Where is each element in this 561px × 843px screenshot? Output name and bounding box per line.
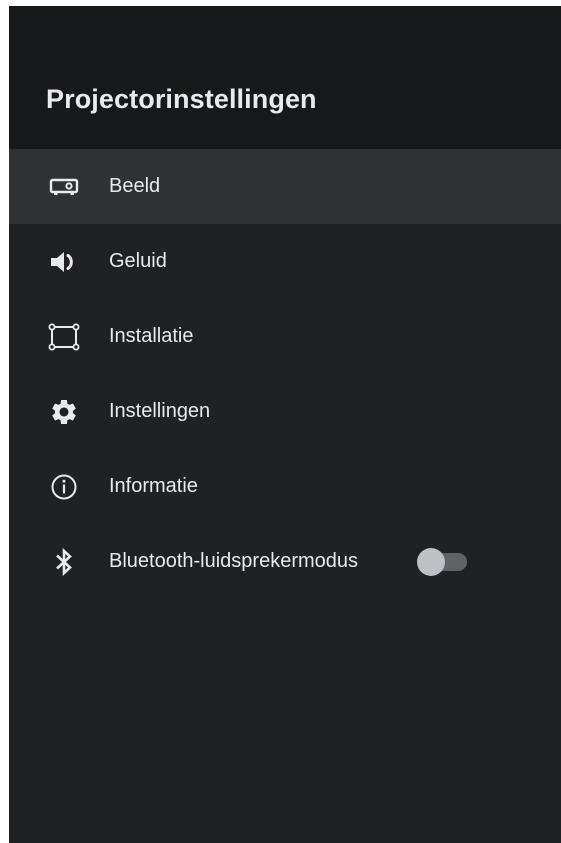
menu-item-label: Informatie — [109, 475, 198, 497]
menu-item-label: Installatie — [109, 325, 194, 347]
menu-item-beeld[interactable]: Beeld — [9, 149, 561, 224]
menu-item-installatie[interactable]: Installatie — [9, 299, 561, 374]
page-title: Projectorinstellingen — [46, 84, 317, 114]
gear-icon — [48, 396, 80, 428]
header: Projectorinstellingen — [9, 6, 561, 149]
menu-item-label: Instellingen — [109, 400, 211, 422]
settings-panel: Projectorinstellingen Beeld Geluid Insta… — [9, 6, 561, 843]
menu-item-bluetooth-speaker-mode[interactable]: Bluetooth-luidsprekermodus — [9, 524, 561, 599]
menu-item-label: Beeld — [109, 175, 161, 197]
speaker-icon — [48, 246, 80, 278]
settings-menu: Beeld Geluid Installatie Instellingen In… — [9, 149, 561, 599]
menu-item-label: Bluetooth-luidsprekermodus — [109, 550, 359, 572]
menu-item-informatie[interactable]: Informatie — [9, 449, 561, 524]
projector-icon — [48, 171, 80, 203]
menu-item-instellingen[interactable]: Instellingen — [9, 374, 561, 449]
bluetooth-icon — [48, 546, 80, 578]
installation-frame-icon — [48, 321, 80, 353]
info-icon — [48, 471, 80, 503]
menu-item-geluid[interactable]: Geluid — [9, 224, 561, 299]
toggle-thumb — [417, 547, 445, 576]
menu-item-label: Geluid — [109, 250, 167, 272]
bluetooth-speaker-mode-toggle[interactable] — [415, 546, 469, 578]
